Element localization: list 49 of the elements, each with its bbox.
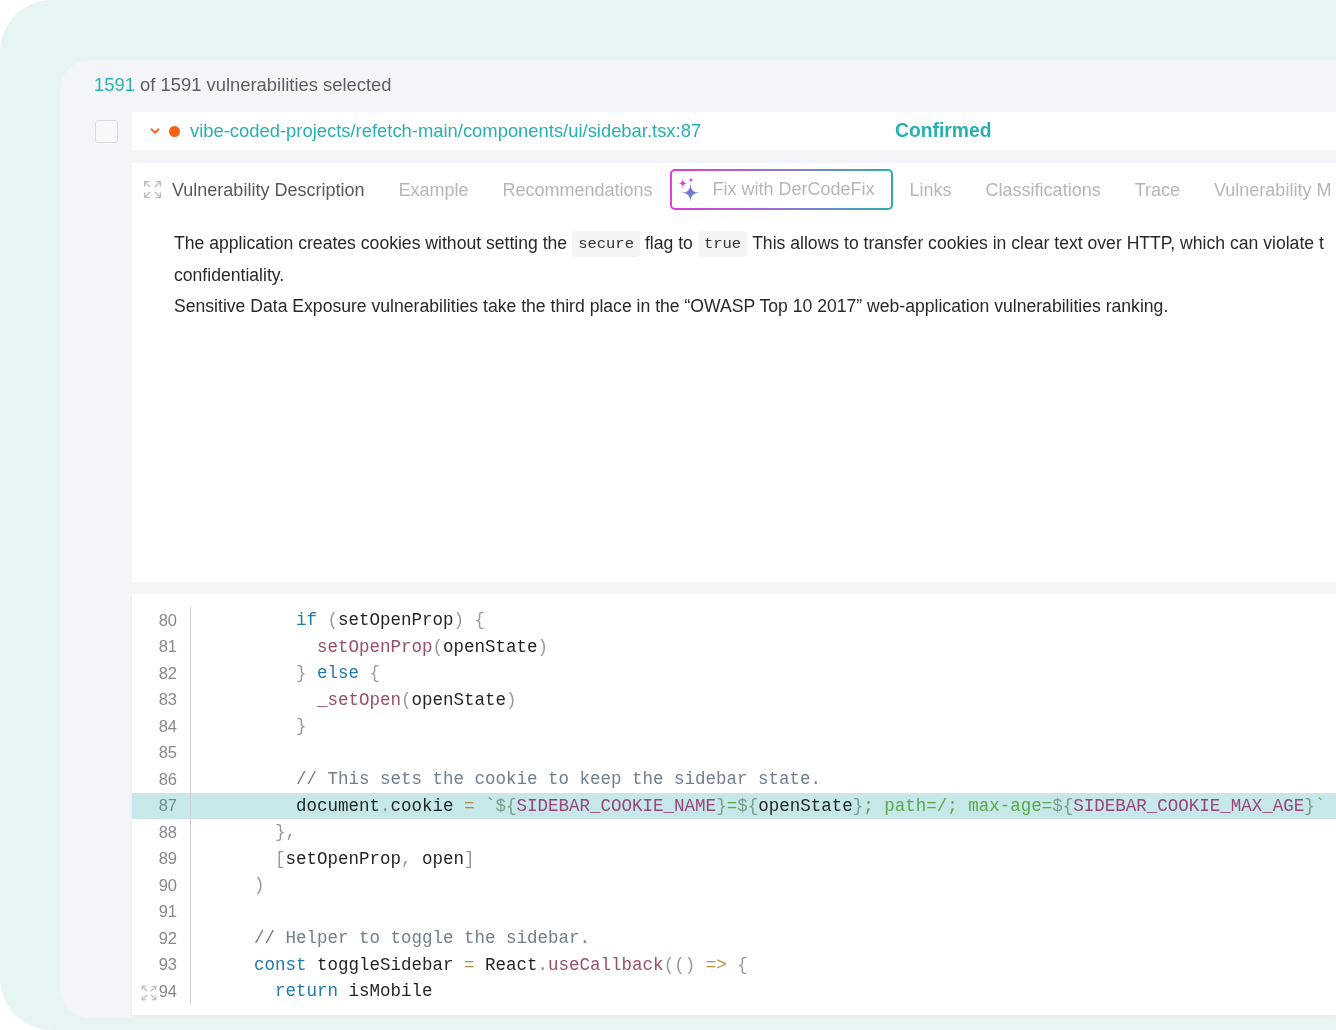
- inline-code: secure: [572, 230, 640, 257]
- line-number: 94: [158, 980, 177, 1002]
- tab[interactable]: Example: [381, 177, 486, 202]
- code-line: ): [254, 874, 266, 897]
- fix-button[interactable]: Fix with DerCodeFix: [669, 169, 893, 210]
- selection-summary: 1591 of 1591 vulnerabilities selected: [94, 73, 392, 98]
- line-number: 80: [158, 609, 177, 631]
- code-line: return isMobile: [275, 980, 434, 1003]
- line-number: 89: [158, 848, 177, 870]
- line-number: 86: [158, 768, 177, 790]
- description-text: Sensitive Data Exposure vulnerabilities take the third place in the “OWASP Top 10 2017” web-application vulnerabilities ranking.: [174, 295, 1169, 318]
- line-number: 88: [158, 821, 177, 843]
- expand-icon[interactable]: [142, 179, 163, 200]
- line-number: 93: [158, 954, 177, 976]
- line-number: 85: [158, 742, 177, 764]
- code-line: setOpenProp(openState): [317, 635, 550, 659]
- line-number: 84: [158, 715, 177, 737]
- tab[interactable]: Vulnerability M: [1197, 177, 1336, 202]
- line-number: 83: [158, 689, 177, 711]
- code-line: const toggleSidebar = React.useCallback(() => {: [254, 953, 749, 977]
- code-line: _setOpen(openState): [317, 688, 518, 712]
- description-text: This allows to transfer cookies in clear text over HTTP, which can violate t: [752, 232, 1324, 255]
- code-line: [setOpenProp, open]: [275, 847, 476, 871]
- line-number: 90: [158, 874, 177, 896]
- line-number: 92: [158, 927, 177, 949]
- code-line: // Helper to toggle the sidebar.: [254, 927, 592, 950]
- code-line: },: [275, 821, 297, 844]
- status-label: Confirmed: [895, 118, 992, 143]
- checkbox[interactable]: [95, 119, 118, 143]
- tab[interactable]: Recommendations: [485, 177, 670, 202]
- code-line: // This sets the cookie to keep the sidebar state.: [296, 768, 823, 791]
- description-text: The application creates cookies without setting the: [174, 232, 568, 255]
- tab[interactable]: Vulnerability Description: [155, 177, 382, 202]
- code-line: if (setOpenProp) {: [296, 609, 487, 632]
- line-number: 81: [158, 636, 177, 658]
- tab[interactable]: Classifications: [968, 177, 1118, 202]
- code-line: } else {: [296, 662, 382, 685]
- file-path-link[interactable]: vibe-coded-projects/refetch-main/components/ui/sidebar.tsx:87: [190, 120, 702, 142]
- description-text: confidentiality.: [174, 263, 285, 287]
- line-number: 82: [158, 662, 177, 684]
- expand-icon[interactable]: [140, 984, 158, 1002]
- line-number: 87: [158, 795, 177, 817]
- tab[interactable]: Trace: [1117, 177, 1197, 202]
- tab[interactable]: Links: [892, 177, 969, 202]
- code-line: }: [296, 715, 308, 738]
- inline-code: true: [697, 230, 748, 257]
- description-text: flag to: [644, 232, 693, 255]
- line-number: 91: [158, 901, 177, 923]
- code-line: document.cookie = `${SIDEBAR_COOKIE_NAME}=${openState}; path=/; max-age=${SIDEBAR_COOKIE_MAX_AGE}`: [296, 794, 1327, 818]
